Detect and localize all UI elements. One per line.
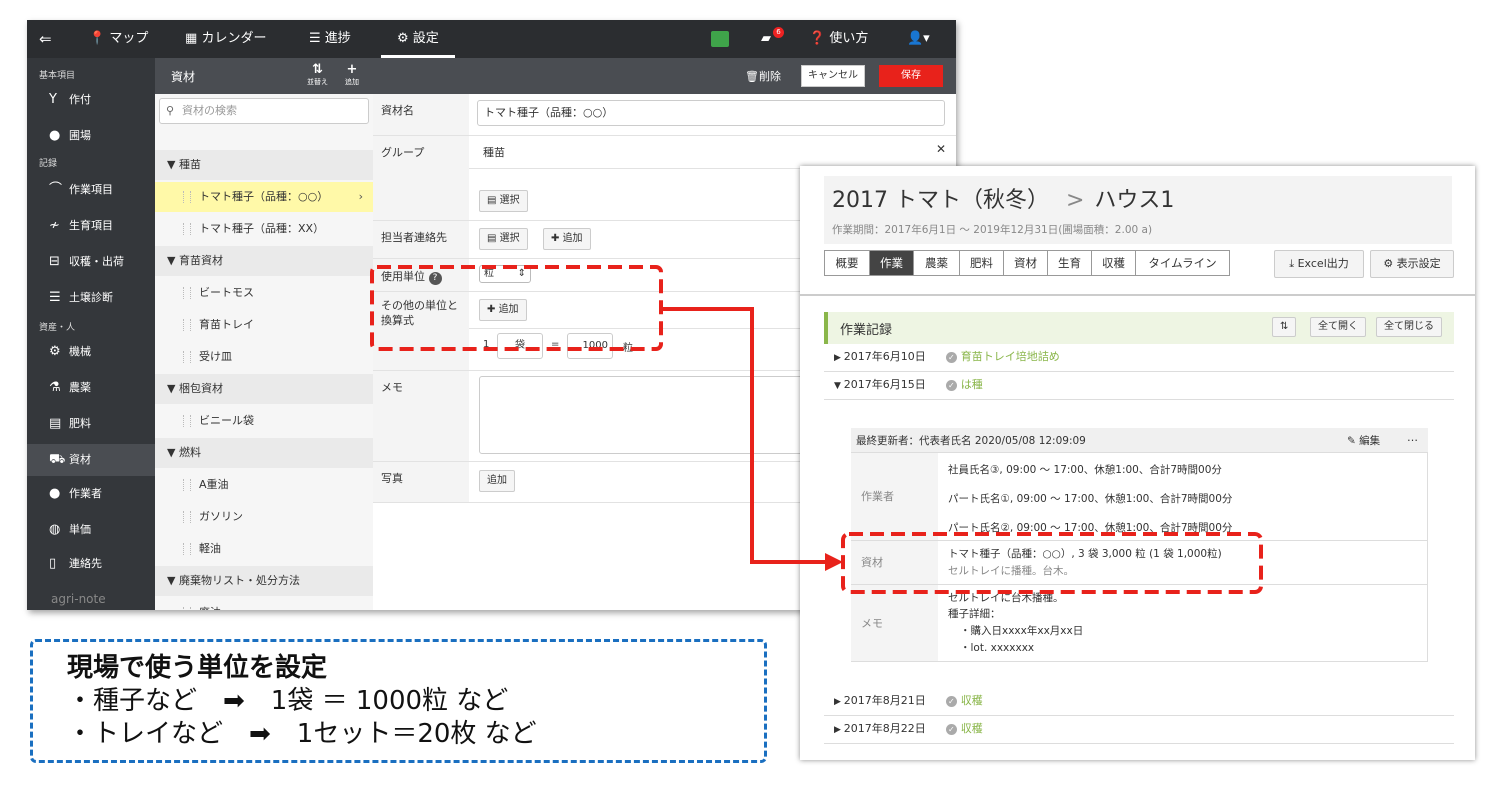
material-highlight-box (841, 532, 1263, 594)
callout-title: 現場で使う単位を設定 (67, 653, 328, 683)
arrow-head-icon (825, 553, 843, 571)
conversion-highlight-box (370, 265, 663, 351)
callout-box: 現場で使う単位を設定 ・種子など ➡ 1袋 ＝ 1000粒 など ・トレイなど … (30, 639, 767, 763)
connector-arrow-line (661, 307, 826, 564)
callout-line: ・種子など ➡ 1袋 ＝ 1000粒 など (67, 686, 509, 716)
callout-line: ・トレイなど ➡ 1セット＝20枚 など (67, 719, 537, 749)
